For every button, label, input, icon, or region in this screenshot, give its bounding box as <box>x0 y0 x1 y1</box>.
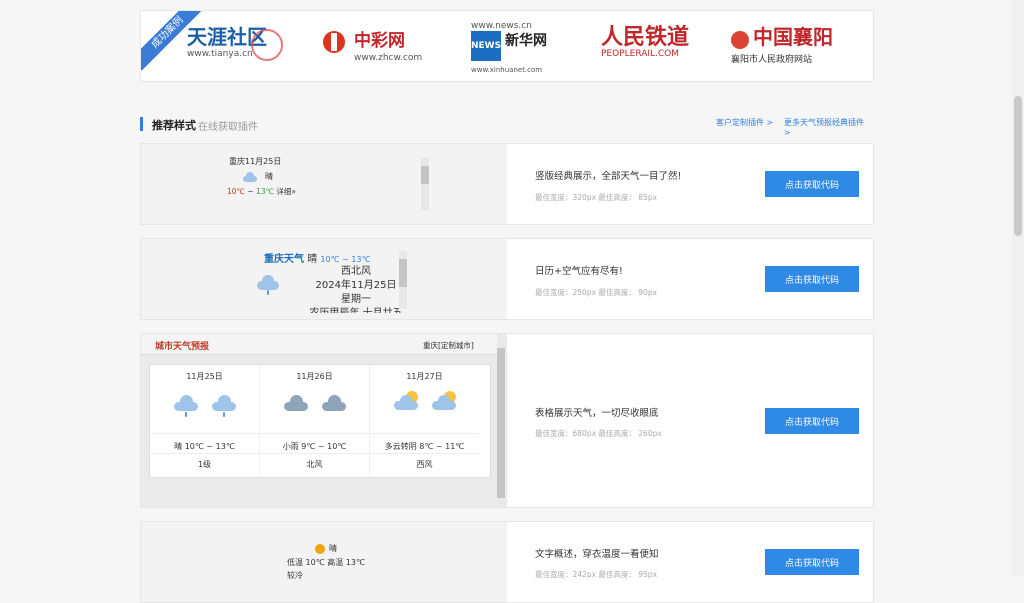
plugin-card-calendar: 重庆天气 晴 10℃ ~ 13℃ 西北风 2024年11月25日 星期一 农历甲… <box>140 238 874 320</box>
partner-logo-band: 成功案例 天涯社区 www.tianya.cn 中彩网 www.zhcw.com… <box>140 10 874 82</box>
section-subtitle: 在线获取插件 <box>198 122 258 133</box>
plugin-card-text: 晴 低温 10℃ 高温 13℃ 较冷 文字概述，穿衣温度一看便知 最佳宽度：24… <box>140 521 874 603</box>
zhcw-logo[interactable]: 中彩网 www.zhcw.com <box>321 25 422 69</box>
section-title: 推荐样式 <box>152 119 196 132</box>
card-meta: 最佳宽度：242px 最佳高度： 95px <box>535 570 658 579</box>
more-plugins-link[interactable]: 更多天气预报经典插件 > <box>784 117 872 137</box>
rain-cloud-icon <box>174 395 198 417</box>
widget-preview: 晴 低温 10℃ 高温 13℃ 较冷 <box>141 522 507 602</box>
get-code-button[interactable]: 点击获取代码 <box>765 171 859 197</box>
cloud-icon <box>284 395 308 411</box>
card-meta: 最佳宽度：250px 最佳高度： 90px <box>535 288 658 297</box>
xinhua-logo[interactable]: www.news.cn NEWS 新华网 www.xinhuanet.com <box>471 21 561 74</box>
card-meta: 最佳宽度：680px 最佳高度： 260px <box>535 429 662 438</box>
card-headline: 文字概述，穿衣温度一看便知 <box>535 549 659 560</box>
rain-cloud-icon <box>212 395 236 417</box>
zhcw-mark-icon <box>323 31 345 53</box>
forecast-day: 11月26日 小雨 9℃ ~ 10℃ 北风 <box>260 365 370 477</box>
page-scrollbar[interactable] <box>1012 0 1024 576</box>
customize-city-link[interactable]: [定制城市] <box>438 341 474 350</box>
forecast-table: 11月25日 晴 10℃ ~ 13℃ 1级 11月26日 小雨 9℃ ~ 10℃… <box>149 364 491 478</box>
card-headline: 表格展示天气，一切尽收眼底 <box>535 408 659 419</box>
plugin-card-vertical: 重庆11月25日 晴 10℃ ~ 13℃ 详细» 竖版经典展示，全部天气一目了然… <box>140 143 874 225</box>
national-emblem-icon <box>731 31 749 49</box>
sun-icon <box>315 544 325 554</box>
peoplerail-logo[interactable]: 人民铁道 PEOPLERAIL.COM <box>601 25 691 69</box>
widget-preview: 重庆天气 晴 10℃ ~ 13℃ 西北风 2024年11月25日 星期一 农历甲… <box>141 239 507 319</box>
cloud-icon <box>243 172 257 182</box>
custom-plugin-link[interactable]: 客户定制插件 > <box>716 117 773 128</box>
cloud-icon <box>322 395 346 411</box>
card-headline: 日历+空气应有尽有! <box>535 266 623 277</box>
tianya-circle-icon <box>251 29 283 61</box>
forecast-title-bar: 城市天气预报 重庆[定制城市] <box>141 334 497 355</box>
get-code-button[interactable]: 点击获取代码 <box>765 408 859 434</box>
detail-link[interactable]: 详细» <box>276 187 296 196</box>
partly-cloudy-icon <box>432 391 460 413</box>
card-meta: 最佳宽度：320px 最佳高度： 85px <box>535 193 658 202</box>
forecast-day: 11月25日 晴 10℃ ~ 13℃ 1级 <box>150 365 260 477</box>
temp-range: 10℃ ~ 13℃ 详细» <box>227 187 296 196</box>
card-headline: 竖版经典展示，全部天气一目了然! <box>535 171 682 182</box>
widget-scrollbar[interactable] <box>497 340 505 504</box>
widget-preview: 重庆11月25日 晴 10℃ ~ 13℃ 详细» <box>141 144 507 224</box>
section-accent-bar <box>140 117 143 131</box>
section-header: 推荐样式 在线获取插件 客户定制插件 > 更多天气预报经典插件 > <box>140 114 872 137</box>
xiangyang-logo[interactable]: 中国襄阳 襄阳市人民政府网站 <box>731 25 841 69</box>
get-code-button[interactable]: 点击获取代码 <box>765 549 859 575</box>
rain-cloud-icon <box>257 275 279 295</box>
get-code-button[interactable]: 点击获取代码 <box>765 266 859 292</box>
forecast-day: 11月27日 多云转阴 8℃ ~ 11℃ 西风 <box>370 365 479 477</box>
plugin-card-table: 城市天气预报 重庆[定制城市] 11月25日 晴 10℃ ~ 13℃ 1级 11… <box>140 333 874 508</box>
widget-scrollbar[interactable] <box>421 158 429 210</box>
widget-preview: 城市天气预报 重庆[定制城市] 11月25日 晴 10℃ ~ 13℃ 1级 11… <box>141 334 507 507</box>
tianya-logo[interactable]: 天涯社区 www.tianya.cn <box>187 25 283 69</box>
partly-cloudy-icon <box>394 391 422 413</box>
widget-scrollbar[interactable] <box>399 251 407 309</box>
page-scrollbar-thumb[interactable] <box>1014 96 1022 236</box>
